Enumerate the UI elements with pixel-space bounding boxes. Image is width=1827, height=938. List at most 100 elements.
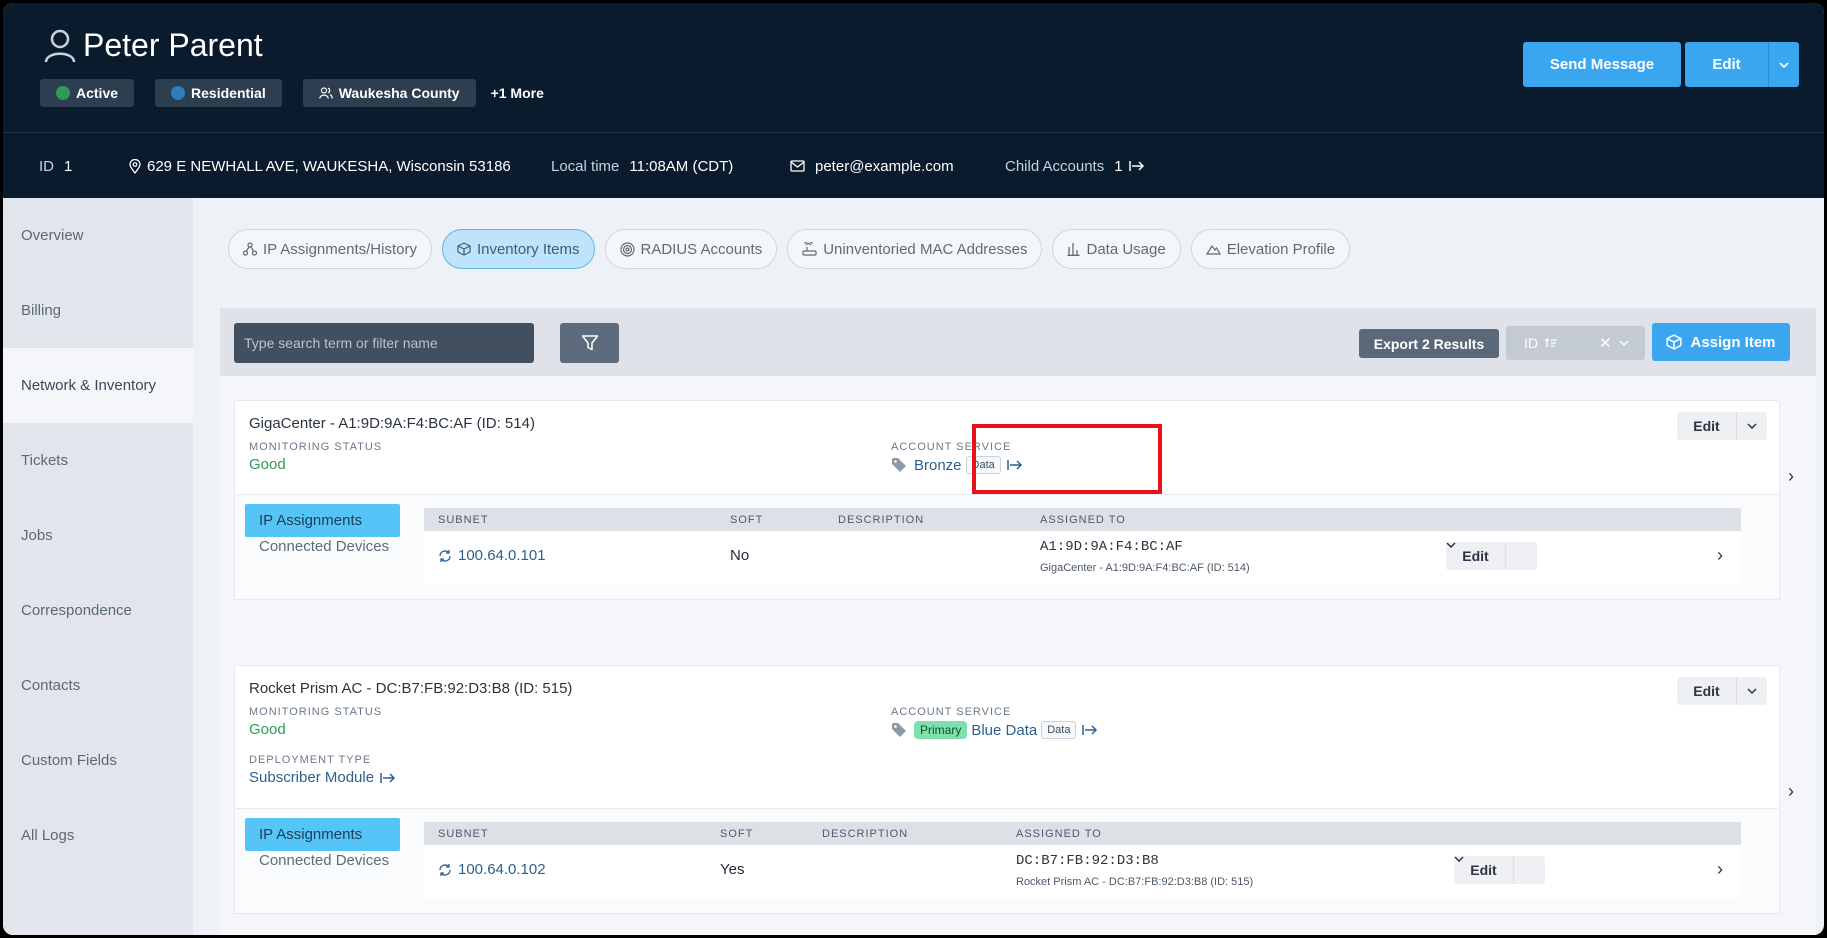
search-input[interactable] bbox=[234, 323, 534, 363]
item-edit-split-button[interactable]: Edit bbox=[1677, 677, 1767, 705]
deployment-type-value: Subscriber Module bbox=[249, 769, 396, 786]
location-chip[interactable]: Waukesha County bbox=[302, 79, 476, 107]
chip-label: Residential bbox=[191, 85, 266, 101]
chevron-right-icon[interactable]: › bbox=[1717, 859, 1723, 880]
link-arrow-icon[interactable] bbox=[1128, 160, 1145, 172]
subnet-link[interactable]: 100.64.0.102 bbox=[458, 861, 546, 878]
export-results-button[interactable]: Export 2 Results bbox=[1359, 329, 1499, 358]
subtab-ip-assignments[interactable]: IP Assignments bbox=[245, 504, 400, 537]
service-name-link[interactable]: Blue Data bbox=[971, 722, 1037, 739]
account-id-label: ID bbox=[39, 157, 54, 175]
chevron-down-icon[interactable] bbox=[1446, 542, 1456, 548]
account-id: ID 1 bbox=[39, 158, 72, 175]
chevron-down-icon[interactable] bbox=[1737, 677, 1767, 705]
assign-item-button[interactable]: Assign Item bbox=[1652, 323, 1790, 361]
sidebar-item-tickets[interactable]: Tickets bbox=[3, 423, 193, 498]
item-edit-button[interactable]: Edit bbox=[1677, 412, 1737, 440]
tab-uninventoried-mac-addresses[interactable]: Uninventoried MAC Addresses bbox=[787, 229, 1043, 269]
assigned-description: GigaCenter - A1:9D:9A:F4:BC:AF (ID: 514) bbox=[1040, 562, 1250, 574]
chevron-right-icon[interactable]: › bbox=[1788, 781, 1794, 802]
service-name-link[interactable]: Bronze bbox=[914, 457, 962, 474]
item-edit-button[interactable]: Edit bbox=[1677, 677, 1737, 705]
sort-field-label: ID bbox=[1524, 335, 1538, 351]
sort-ascending-icon[interactable] bbox=[1544, 338, 1558, 348]
edit-account-button[interactable]: Edit bbox=[1685, 42, 1769, 87]
assigned-description: Rocket Prism AC - DC:B7:FB:92:D3:B8 (ID:… bbox=[1016, 876, 1254, 888]
chevron-down-icon[interactable] bbox=[1769, 42, 1799, 87]
link-arrow-icon[interactable] bbox=[1082, 724, 1098, 736]
sidebar-item-billing[interactable]: Billing bbox=[3, 273, 193, 348]
account-email[interactable]: peter@example.com bbox=[790, 158, 954, 175]
chip-label: Active bbox=[76, 85, 119, 101]
tab-data-usage[interactable]: Data Usage bbox=[1052, 229, 1181, 269]
tab-label: RADIUS Accounts bbox=[640, 240, 763, 258]
bar-chart-icon bbox=[1067, 243, 1080, 256]
chip-label: Waukesha County bbox=[338, 85, 460, 101]
main-content: IP Assignments/History Inventory Items R… bbox=[193, 198, 1824, 935]
chevron-right-icon[interactable]: › bbox=[1788, 466, 1794, 487]
subtab-ip-assignments[interactable]: IP Assignments bbox=[245, 818, 400, 851]
row-edit-split-button[interactable]: Edit bbox=[1454, 856, 1545, 884]
sort-select[interactable]: ID ✕ bbox=[1506, 326, 1645, 360]
assign-item-label: Assign Item bbox=[1690, 333, 1776, 351]
filter-button[interactable] bbox=[560, 323, 619, 363]
clear-sort-icon[interactable]: ✕ bbox=[1599, 334, 1612, 352]
table-row: 100.64.0.101 No A1:9D:9A:F4:BC:AF GigaCe… bbox=[424, 531, 1741, 584]
filter-icon bbox=[581, 335, 598, 351]
local-time: Local time 11:08AM (CDT) bbox=[551, 158, 733, 175]
link-arrow-icon[interactable] bbox=[380, 772, 396, 784]
type-dot-icon bbox=[171, 86, 186, 100]
tab-label: Elevation Profile bbox=[1226, 240, 1336, 258]
highlight-box bbox=[972, 424, 1162, 494]
inventory-item: Rocket Prism AC - DC:B7:FB:92:D3:B8 (ID:… bbox=[220, 641, 1816, 935]
status-chip-active[interactable]: Active bbox=[40, 79, 135, 107]
sidebar-item-custom-fields[interactable]: Custom Fields bbox=[3, 723, 193, 798]
tab-ip-assignments-history[interactable]: IP Assignments/History bbox=[228, 229, 432, 269]
tab-elevation-profile[interactable]: Elevation Profile bbox=[1190, 229, 1351, 269]
tab-inventory-items[interactable]: Inventory Items bbox=[441, 229, 595, 269]
subtab-connected-devices[interactable]: Connected Devices bbox=[259, 852, 389, 869]
tab-radius-accounts[interactable]: RADIUS Accounts bbox=[604, 229, 778, 269]
assigned-mac: DC:B7:FB:92:D3:B8 bbox=[1016, 853, 1159, 869]
subtab-connected-devices[interactable]: Connected Devices bbox=[259, 538, 389, 555]
users-icon bbox=[318, 87, 333, 99]
sidebar-item-contacts[interactable]: Contacts bbox=[3, 648, 193, 723]
subnet-link[interactable]: 100.64.0.101 bbox=[458, 547, 546, 564]
chevron-down-icon[interactable] bbox=[1454, 856, 1464, 862]
status-chip-residential[interactable]: Residential bbox=[155, 79, 282, 107]
edit-account-split-button[interactable]: Edit bbox=[1685, 42, 1799, 87]
child-accounts[interactable]: Child Accounts 1 bbox=[1005, 158, 1145, 175]
send-message-button[interactable]: Send Message bbox=[1523, 42, 1681, 87]
soft-cell: Yes bbox=[720, 861, 745, 878]
ip-refresh-icon bbox=[439, 549, 451, 562]
monitoring-status-label: MONITORING STATUS bbox=[249, 441, 383, 453]
target-icon bbox=[619, 241, 635, 257]
ip-refresh-icon bbox=[439, 863, 451, 876]
table-header: SUBNET SOFT DESCRIPTION ASSIGNED TO bbox=[424, 822, 1741, 845]
col-soft: SOFT bbox=[720, 828, 754, 840]
chevron-right-icon[interactable]: › bbox=[1717, 545, 1723, 566]
subnet-cell[interactable]: 100.64.0.102 bbox=[438, 861, 546, 878]
chevron-down-icon[interactable] bbox=[1737, 412, 1767, 440]
inventory-item-card: Rocket Prism AC - DC:B7:FB:92:D3:B8 (ID:… bbox=[234, 665, 1780, 809]
monitoring-status-value: Good bbox=[249, 721, 286, 738]
account-info-bar: ID 1 629 E NEWHALL AVE, WAUKESHA, Wiscon… bbox=[3, 134, 1824, 198]
account-address[interactable]: 629 E NEWHALL AVE, WAUKESHA, Wisconsin 5… bbox=[129, 158, 511, 175]
sidebar-item-overview[interactable]: Overview bbox=[3, 198, 193, 273]
sidebar-item-all-logs[interactable]: All Logs bbox=[3, 798, 193, 873]
chevron-down-icon[interactable] bbox=[1619, 340, 1629, 346]
soft-cell: No bbox=[730, 547, 750, 564]
sidebar-item-network-inventory[interactable]: Network & Inventory bbox=[3, 348, 193, 423]
box-icon bbox=[1666, 334, 1683, 350]
sidebar-item-correspondence[interactable]: Correspondence bbox=[3, 573, 193, 648]
subnet-cell[interactable]: 100.64.0.101 bbox=[438, 547, 546, 564]
row-edit-split-button[interactable]: Edit bbox=[1446, 542, 1537, 570]
status-chips: Active Residential Waukesha County +1 Mo… bbox=[40, 79, 544, 107]
sidebar-item-jobs[interactable]: Jobs bbox=[3, 498, 193, 573]
tab-label: Inventory Items bbox=[476, 240, 580, 258]
col-assigned-to: ASSIGNED TO bbox=[1040, 514, 1126, 526]
deployment-type-link[interactable]: Subscriber Module bbox=[249, 769, 374, 786]
item-subpanel: IP Assignments Connected Devices SUBNET … bbox=[234, 495, 1780, 600]
more-chips-link[interactable]: +1 More bbox=[491, 85, 544, 101]
item-edit-split-button[interactable]: Edit bbox=[1677, 412, 1767, 440]
